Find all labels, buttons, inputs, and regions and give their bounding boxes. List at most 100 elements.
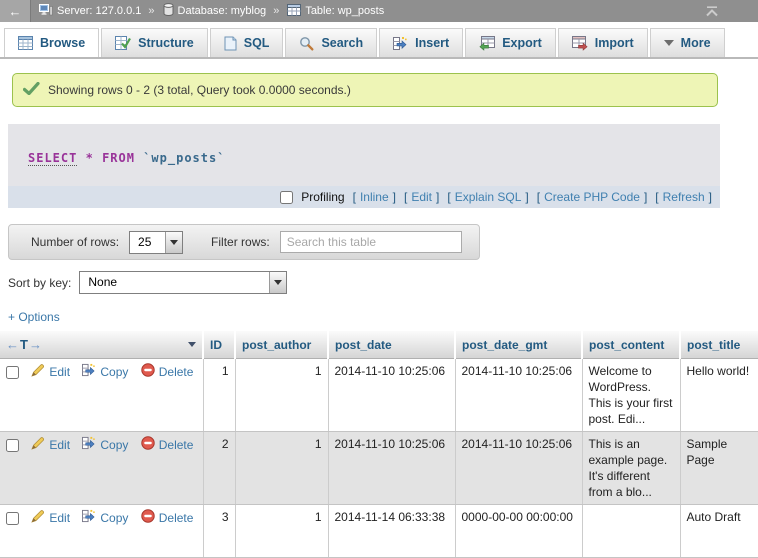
tab-export[interactable]: Export (465, 28, 556, 57)
delete-icon (141, 363, 155, 381)
edit-link[interactable]: Edit (31, 436, 70, 454)
sql-keyword-from: FROM (102, 151, 135, 165)
search-icon (299, 36, 314, 51)
sort-by-key-select[interactable]: None (79, 271, 287, 294)
select-arrow-icon (165, 232, 182, 253)
sort-row: Sort by key: None (8, 271, 758, 294)
row-checkbox[interactable] (6, 512, 19, 525)
select-arrow-icon (269, 272, 286, 293)
cell-post-date-gmt: 2014-11-10 10:25:06 (455, 359, 582, 432)
cell-post-content: This is an example page. It's different … (582, 432, 680, 505)
copy-icon (82, 363, 96, 381)
pencil-icon (31, 436, 45, 454)
edit-link[interactable]: Edit (31, 509, 70, 527)
column-nav-icon[interactable]: ←T→ (6, 337, 43, 352)
tab-structure[interactable]: Structure (101, 28, 208, 57)
breadcrumb-table[interactable]: Table: wp_posts (287, 4, 384, 19)
check-icon (23, 82, 40, 98)
tab-label: Search (321, 36, 363, 50)
tab-label: Insert (415, 36, 449, 50)
number-of-rows-label: Number of rows: (31, 235, 119, 249)
sort-triangle-icon[interactable] (188, 342, 196, 347)
pencil-icon (31, 363, 45, 381)
breadcrumb-server[interactable]: Server: 127.0.0.1 (39, 4, 141, 19)
filter-rows-label: Filter rows: (211, 235, 270, 249)
tab-label: Import (595, 36, 634, 50)
tab-label: Structure (138, 36, 194, 50)
profiling-checkbox[interactable] (280, 191, 293, 204)
table-row: Edit Copy Delete 2 1 2014-11-10 10:25:06… (0, 432, 758, 505)
rows-filter-bar: Number of rows: 25 Filter rows: (8, 224, 480, 260)
delete-link[interactable]: Delete (141, 363, 194, 381)
breadcrumb-bar: ← Server: 127.0.0.1 » Database: myblog »… (0, 0, 758, 22)
inline-link[interactable]: Inline (360, 190, 389, 204)
copy-link[interactable]: Copy (82, 363, 128, 381)
column-header-post-date-gmt[interactable]: post_date_gmt (455, 331, 582, 359)
cell-post-date-gmt: 0000-00-00 00:00:00 (455, 505, 582, 558)
options-toggle-link[interactable]: + Options (8, 310, 60, 324)
edit-query-link[interactable]: Edit (411, 190, 432, 204)
breadcrumb-database-label: Database: myblog (178, 5, 267, 17)
table-icon (287, 4, 301, 19)
pencil-icon (31, 509, 45, 527)
sql-icon (224, 36, 237, 51)
cell-id: 1 (203, 359, 235, 432)
profiling-label: Profiling (301, 190, 344, 204)
tab-insert[interactable]: Insert (379, 28, 463, 57)
explain-sql-link[interactable]: Explain SQL (455, 190, 522, 204)
column-header-post-date[interactable]: post_date (328, 331, 455, 359)
number-of-rows-select[interactable]: 25 (129, 231, 183, 254)
table-row: Edit Copy Delete 3 1 2014-11-14 06:33:38… (0, 505, 758, 558)
row-checkbox[interactable] (6, 439, 19, 452)
cell-post-author: 1 (235, 505, 328, 558)
sql-keyword-select[interactable]: SELECT (28, 151, 77, 166)
tab-search[interactable]: Search (285, 28, 377, 57)
tab-label: SQL (244, 36, 270, 50)
tab-label: Browse (40, 36, 85, 50)
cell-post-title: Sample Page (680, 432, 758, 505)
insert-icon (393, 36, 408, 51)
edit-link[interactable]: Edit (31, 363, 70, 381)
column-header-post-author[interactable]: post_author (235, 331, 328, 359)
cell-id: 3 (203, 505, 235, 558)
filter-rows-input[interactable] (280, 231, 462, 253)
structure-icon (115, 36, 131, 50)
tab-import[interactable]: Import (558, 28, 648, 57)
header-row: ←T→ ID post_author post_date post_date_g… (0, 331, 758, 359)
create-php-code-link[interactable]: Create PHP Code (544, 190, 640, 204)
column-header-id[interactable]: ID (203, 331, 235, 359)
cell-post-title: Hello world! (680, 359, 758, 432)
delete-icon (141, 436, 155, 454)
copy-link[interactable]: Copy (82, 509, 128, 527)
delete-link[interactable]: Delete (141, 509, 194, 527)
export-icon (479, 36, 495, 51)
back-button[interactable]: ← (0, 0, 31, 22)
copy-link[interactable]: Copy (82, 436, 128, 454)
delete-link[interactable]: Delete (141, 436, 194, 454)
tab-label: Export (502, 36, 542, 50)
query-toolbar: Profiling [Inline] [Edit] [Explain SQL] … (8, 186, 720, 208)
results-table: ←T→ ID post_author post_date post_date_g… (0, 331, 758, 558)
sql-query: SELECT * FROM `wp_posts` (8, 124, 720, 186)
breadcrumb-separator: » (148, 5, 154, 17)
cell-post-date-gmt: 2014-11-10 10:25:06 (455, 432, 582, 505)
column-header-post-content[interactable]: post_content (582, 331, 680, 359)
row-checkbox[interactable] (6, 366, 19, 379)
refresh-link[interactable]: Refresh (663, 190, 705, 204)
tab-browse[interactable]: Browse (4, 28, 99, 57)
table-row: Edit Copy Delete 1 1 2014-11-10 10:25:06… (0, 359, 758, 432)
sort-by-key-label: Sort by key: (8, 276, 71, 290)
import-icon (572, 36, 588, 51)
chevron-down-icon (664, 40, 674, 46)
column-actions-header[interactable]: ←T→ (0, 331, 203, 359)
tab-more[interactable]: More (650, 28, 725, 57)
copy-icon (82, 509, 96, 527)
breadcrumb-database[interactable]: Database: myblog (163, 3, 267, 19)
column-header-post-title[interactable]: post_title (680, 331, 758, 359)
collapse-panel-icon[interactable] (704, 6, 720, 17)
server-icon (39, 4, 53, 19)
tab-sql[interactable]: SQL (210, 28, 284, 57)
database-icon (163, 3, 174, 19)
cell-post-content: Welcome to WordPress. This is your first… (582, 359, 680, 432)
cell-post-title: Auto Draft (680, 505, 758, 558)
